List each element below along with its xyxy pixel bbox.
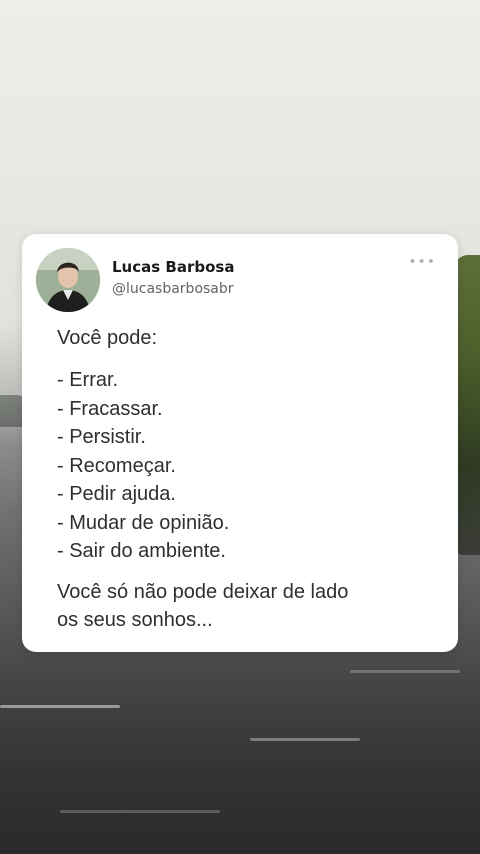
background-wave (0, 705, 120, 708)
author-handle[interactable]: @lucasbarbosabr (112, 281, 234, 297)
post-outro: Você só não pode deixar de lado os seus … (57, 578, 437, 634)
list-item: - Fracassar. (57, 397, 163, 420)
list-item: - Errar. (57, 369, 119, 391)
list-item: - Sair do ambiente. (57, 540, 226, 562)
post-list: - Errar. - Fracassar. - Persistir. - Rec… (57, 366, 437, 566)
author-name[interactable]: Lucas Barbosa (112, 258, 234, 276)
list-item: - Persistir. (57, 426, 146, 448)
person-icon (36, 248, 100, 312)
list-item: - Mudar de opinião. (57, 511, 230, 534)
post-intro: Você pode: (57, 327, 158, 349)
post-body: Você pode: - Errar. - Fracassar. - Persi… (57, 326, 437, 634)
more-icon[interactable]: ••• (408, 254, 436, 270)
post-card: Lucas Barbosa @lucasbarbosabr ••• Você p… (22, 234, 458, 652)
list-item: - Pedir ajuda. (57, 483, 176, 505)
post-outro-line: Você só não pode deixar de lado (57, 580, 349, 603)
background-wave (350, 670, 460, 673)
list-item: - Recomeçar. (57, 454, 176, 477)
background-wave (60, 810, 220, 813)
background-wave (250, 738, 360, 741)
avatar[interactable] (36, 248, 100, 312)
post-outro-line: os seus sonhos... (57, 608, 213, 631)
